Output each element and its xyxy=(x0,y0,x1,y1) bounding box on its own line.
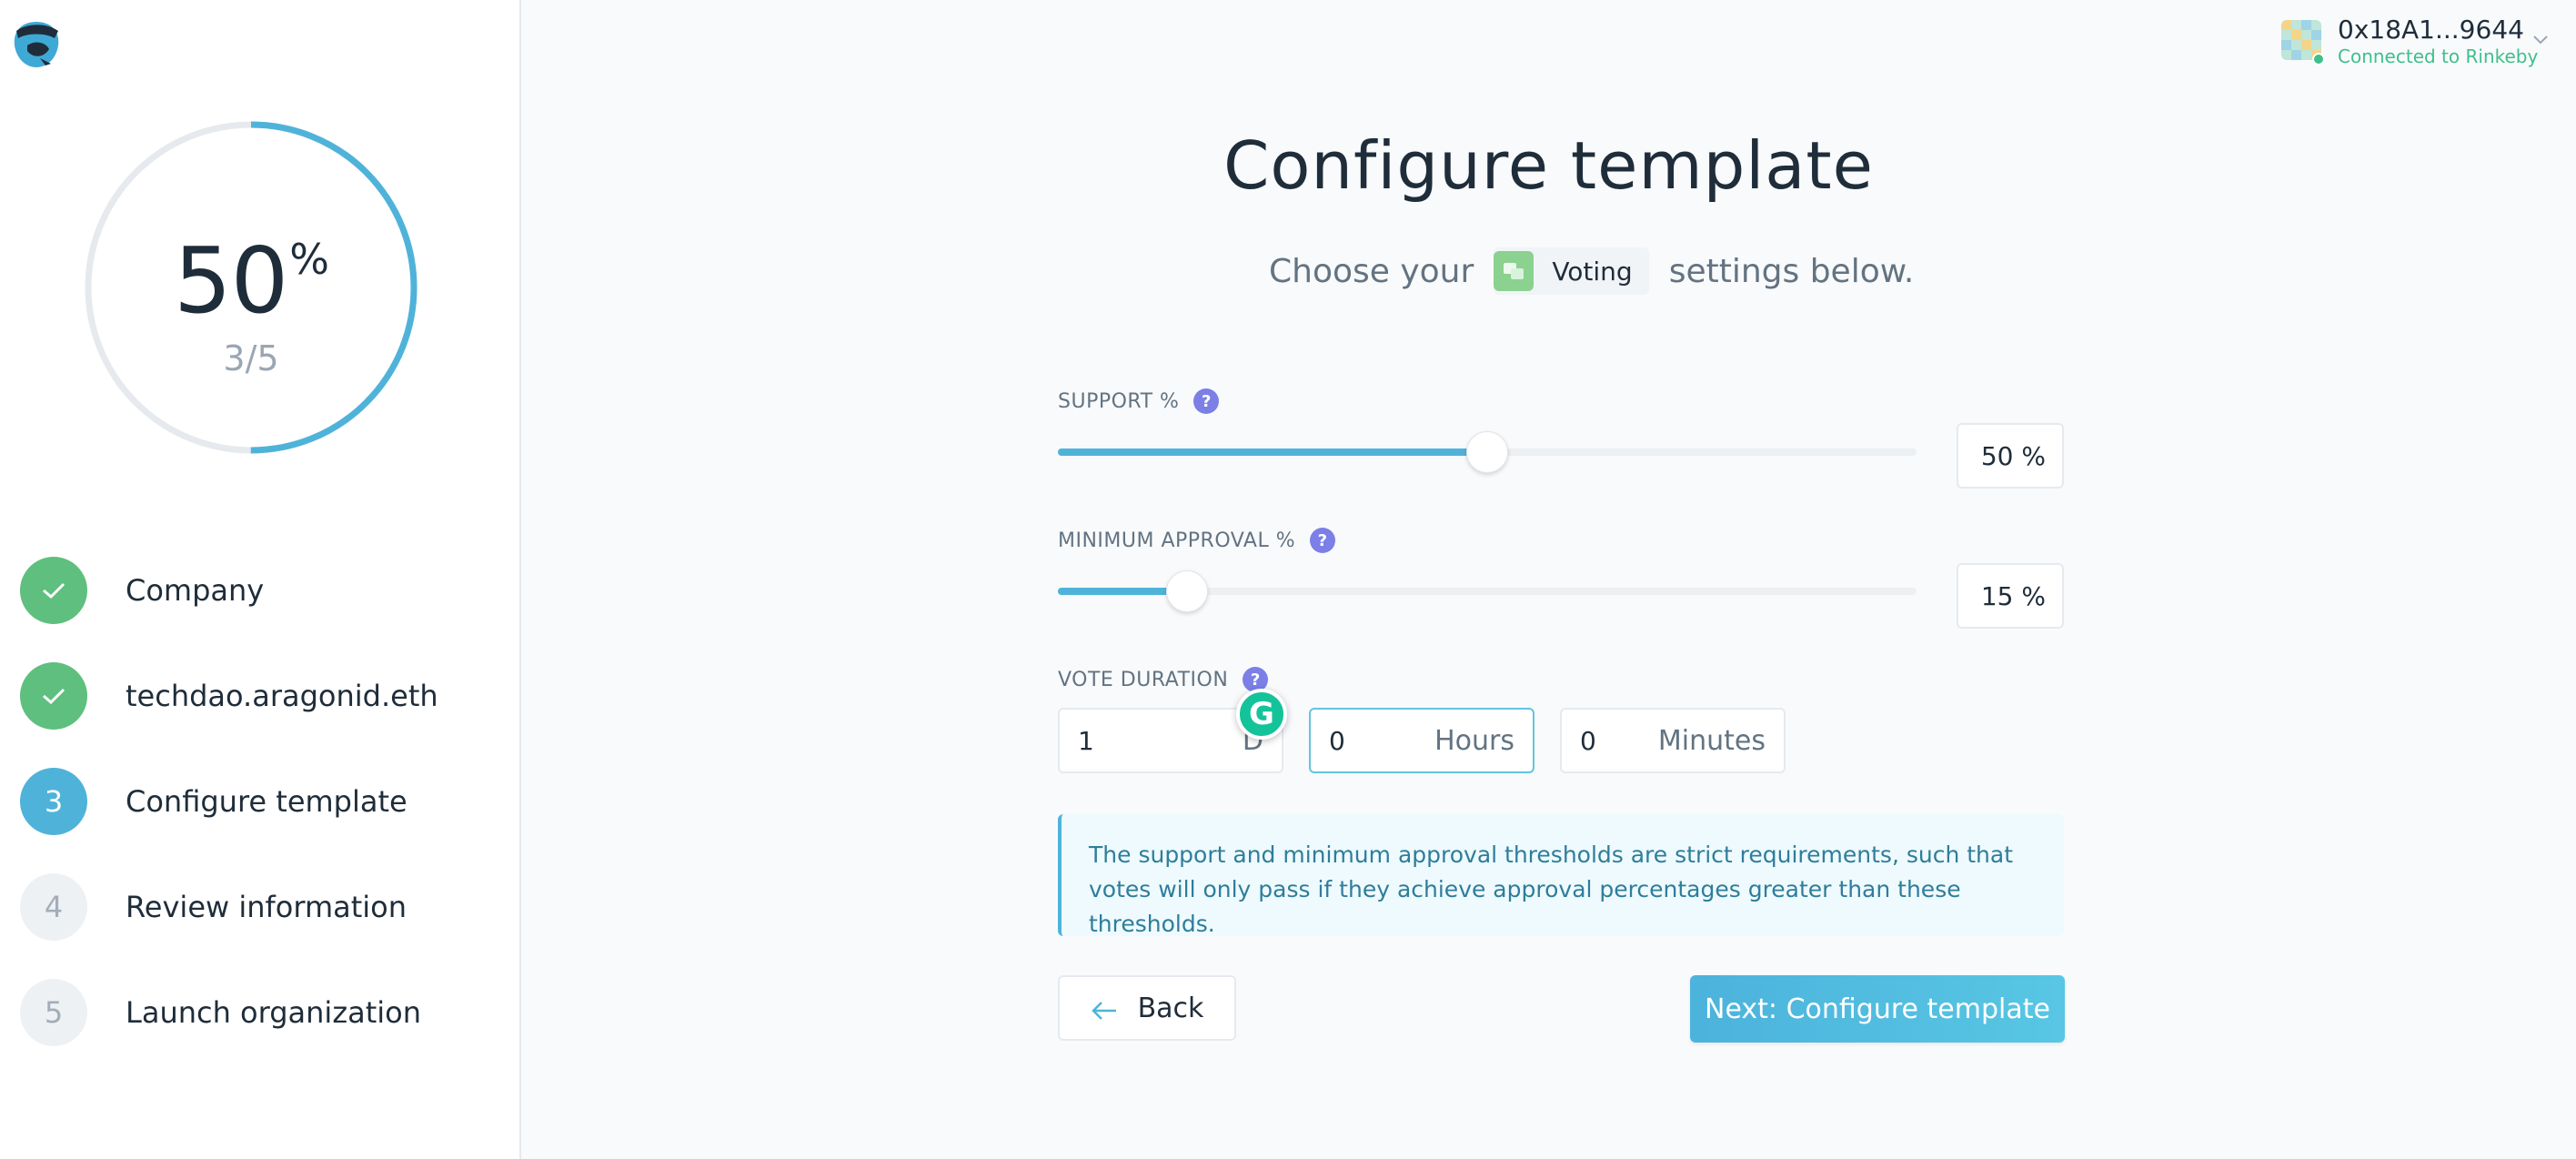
support-slider[interactable] xyxy=(1058,431,1917,473)
minimum-approval-label-text: MINIMUM APPROVAL % xyxy=(1058,529,1296,552)
step-label: Review information xyxy=(126,890,408,924)
sidebar: 50% 3/5 Company techdao.aragonid.eth 3 C… xyxy=(0,0,521,1159)
step-label: Company xyxy=(126,573,265,608)
step-label: Configure template xyxy=(126,784,408,819)
support-value[interactable]: 50 % xyxy=(1957,423,2064,489)
chevron-down-icon[interactable] xyxy=(2531,29,2551,49)
help-icon[interactable]: ? xyxy=(1310,528,1336,553)
subtitle-suffix: settings below. xyxy=(1668,252,1915,290)
step-launch-organization[interactable]: 5 Launch organization xyxy=(20,979,493,1046)
progress-step-count: 3/5 xyxy=(223,338,279,378)
minutes-value: 0 xyxy=(1580,725,1596,756)
progress-ring: 50% 3/5 xyxy=(84,120,418,455)
minimum-approval-label: MINIMUM APPROVAL % ? xyxy=(1058,528,1336,553)
account-selector[interactable]: 0x18A1...9644 Connected to Rinkeby xyxy=(2281,13,2554,67)
minutes-unit: Minutes xyxy=(1657,724,1766,757)
minimum-approval-value[interactable]: 15 % xyxy=(1957,563,2064,629)
hours-unit: Hours xyxy=(1434,724,1514,757)
progress-percent: 50% xyxy=(84,227,418,334)
next-button[interactable]: Next: Configure template xyxy=(1690,975,2065,1043)
step-label: techdao.aragonid.eth xyxy=(126,679,438,713)
connection-status-dot xyxy=(2312,53,2325,66)
progress-percent-sign: % xyxy=(289,235,329,284)
back-button-label: Back xyxy=(1137,992,1204,1024)
support-slider-fill xyxy=(1058,448,1487,456)
step-check-icon xyxy=(20,557,87,624)
page-title: Configure template xyxy=(1223,127,1874,204)
back-button[interactable]: Back xyxy=(1058,975,1236,1041)
network-status: Connected to Rinkeby xyxy=(2338,45,2539,67)
voting-app-badge: Voting xyxy=(1494,247,1649,295)
next-button-label: Next: Configure template xyxy=(1705,993,2050,1025)
help-icon[interactable]: ? xyxy=(1193,388,1220,414)
support-slider-handle[interactable] xyxy=(1466,431,1508,473)
voting-app-label: Voting xyxy=(1552,256,1633,287)
step-number-badge: 4 xyxy=(20,873,87,941)
info-message: The support and minimum approval thresho… xyxy=(1058,814,2064,937)
minimum-approval-slider-handle[interactable] xyxy=(1165,570,1208,612)
support-label-text: SUPPORT % xyxy=(1058,389,1180,413)
vote-duration-label: VOTE DURATION ? xyxy=(1058,667,1269,692)
aragon-logo-icon[interactable] xyxy=(9,18,64,71)
voting-app-icon xyxy=(1494,251,1535,291)
step-number-badge: 3 xyxy=(20,768,87,835)
days-value: 1 xyxy=(1078,725,1094,756)
step-review-information[interactable]: 4 Review information xyxy=(20,873,493,941)
step-company[interactable]: Company xyxy=(20,557,493,624)
page-subtitle: Choose your Voting settings below. xyxy=(1269,246,1914,297)
hours-value: 0 xyxy=(1329,725,1345,756)
grammarly-icon[interactable]: G xyxy=(1236,689,1287,740)
step-number-badge: 5 xyxy=(20,979,87,1046)
vote-duration-hours-input[interactable]: 0 Hours xyxy=(1309,708,1535,773)
account-address: 0x18A1...9644 xyxy=(2338,15,2524,45)
step-check-icon xyxy=(20,662,87,730)
step-label: Launch organization xyxy=(126,995,422,1030)
support-label: SUPPORT % ? xyxy=(1058,388,1220,414)
step-domain[interactable]: techdao.aragonid.eth xyxy=(20,662,493,730)
subtitle-prefix: Choose your xyxy=(1269,252,1474,290)
step-configure-template[interactable]: 3 Configure template xyxy=(20,768,493,835)
arrow-left-icon xyxy=(1091,997,1118,1020)
vote-duration-minutes-input[interactable]: 0 Minutes xyxy=(1560,708,1786,773)
vote-duration-label-text: VOTE DURATION xyxy=(1058,668,1229,691)
progress-percent-value: 50 xyxy=(174,227,288,334)
minimum-approval-slider[interactable] xyxy=(1058,570,1917,612)
